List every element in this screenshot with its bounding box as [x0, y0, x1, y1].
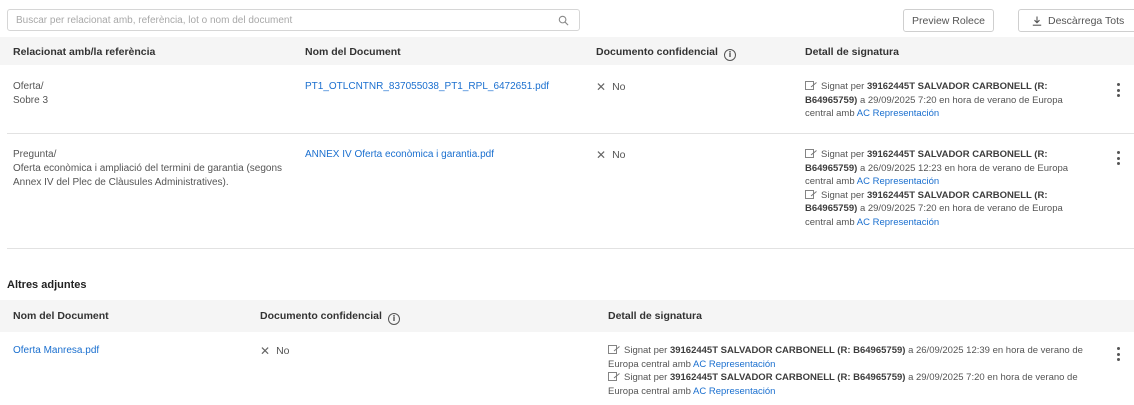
- preview-rolece-label: Preview Rolece: [912, 14, 985, 27]
- kebab-menu-icon[interactable]: [1113, 346, 1123, 362]
- search-icon[interactable]: [558, 15, 569, 26]
- table-header: [0, 37, 1134, 65]
- authority-link[interactable]: AC Representación: [693, 359, 775, 370]
- confidential-label: No: [612, 81, 626, 93]
- column-header-doc-name: Nom del Document: [305, 46, 401, 58]
- signature-entry: Signat per 39162445T SALVADOR CARBONELL …: [805, 149, 1069, 187]
- info-icon[interactable]: i: [387, 313, 400, 325]
- signature-icon: [805, 149, 817, 158]
- signature-entry: Signat per 39162445T SALVADOR CARBONELL …: [608, 372, 1078, 397]
- confidential-value: ✕ No: [260, 344, 290, 358]
- confidential-value: ✕ No: [596, 80, 626, 94]
- kebab-menu-icon[interactable]: [1113, 82, 1123, 98]
- document-link[interactable]: ANNEX IV Oferta econòmica i garantia.pdf: [305, 148, 494, 162]
- preview-rolece-button[interactable]: Preview Rolece: [903, 9, 994, 32]
- authority-link[interactable]: AC Representación: [857, 217, 939, 228]
- table-header: [0, 300, 1134, 332]
- section-title: Altres adjuntes: [7, 279, 87, 291]
- x-icon: ✕: [596, 148, 607, 162]
- row-divider: [7, 248, 1134, 249]
- confidential-label: No: [276, 345, 290, 357]
- signature-detail: Signat per 39162445T SALVADOR CARBONELL …: [805, 80, 1085, 121]
- document-link[interactable]: Oferta Manresa.pdf: [13, 344, 99, 358]
- authority-link[interactable]: AC Representación: [857, 176, 939, 187]
- download-all-label: Descàrrega Tots: [1048, 14, 1125, 27]
- kebab-menu-icon[interactable]: [1113, 150, 1123, 166]
- signature-detail: Signat per 39162445T SALVADOR CARBONELL …: [805, 148, 1085, 229]
- signature-icon: [805, 189, 817, 199]
- signature-icon: [805, 81, 817, 90]
- row-divider: [7, 133, 1134, 134]
- table-row-related: Oferta/ Sobre 3: [13, 80, 283, 108]
- column-header-signature: Detall de signatura: [608, 310, 702, 322]
- signature-entry: Signat per 39162445T SALVADOR CARBONELL …: [608, 345, 1083, 370]
- info-icon[interactable]: i: [723, 49, 736, 61]
- column-header-confidential-label: Documento confidencial: [260, 310, 382, 322]
- signature-icon: [608, 345, 620, 354]
- related-type: Pregunta/: [13, 149, 57, 160]
- column-header-signature: Detall de signatura: [805, 46, 899, 58]
- signature-entry: Signat per 39162445T SALVADOR CARBONELL …: [805, 81, 1063, 119]
- download-all-button[interactable]: Descàrrega Tots: [1018, 9, 1134, 32]
- signature-detail: Signat per 39162445T SALVADOR CARBONELL …: [608, 344, 1088, 398]
- related-type: Oferta/: [13, 81, 44, 92]
- search-input[interactable]: [8, 10, 548, 30]
- column-header-doc-name: Nom del Document: [13, 310, 109, 322]
- table-row-related: Pregunta/ Oferta econòmica i ampliació d…: [13, 148, 288, 190]
- download-icon: [1032, 16, 1042, 26]
- signature-icon: [608, 372, 620, 381]
- related-reference: Sobre 3: [13, 95, 49, 106]
- confidential-value: ✕ No: [596, 148, 626, 162]
- x-icon: ✕: [596, 80, 607, 94]
- column-header-confidential-label: Documento confidencial: [596, 46, 718, 58]
- search-box[interactable]: [7, 9, 580, 31]
- column-header-confidential: Documento confidencial i: [260, 310, 400, 325]
- x-icon: ✕: [260, 344, 271, 358]
- authority-link[interactable]: AC Representación: [693, 386, 775, 397]
- document-link[interactable]: PT1_OTLCNTNR_837055038_PT1_RPL_6472651.p…: [305, 80, 549, 94]
- column-header-related: Relacionat amb/la referència: [13, 46, 156, 58]
- related-reference: Oferta econòmica i ampliació del termini…: [13, 163, 283, 188]
- column-header-confidential: Documento confidencial i: [596, 46, 736, 61]
- signature-entry: Signat per 39162445T SALVADOR CARBONELL …: [805, 189, 1063, 228]
- confidential-label: No: [612, 149, 626, 161]
- authority-link[interactable]: AC Representación: [857, 108, 939, 119]
